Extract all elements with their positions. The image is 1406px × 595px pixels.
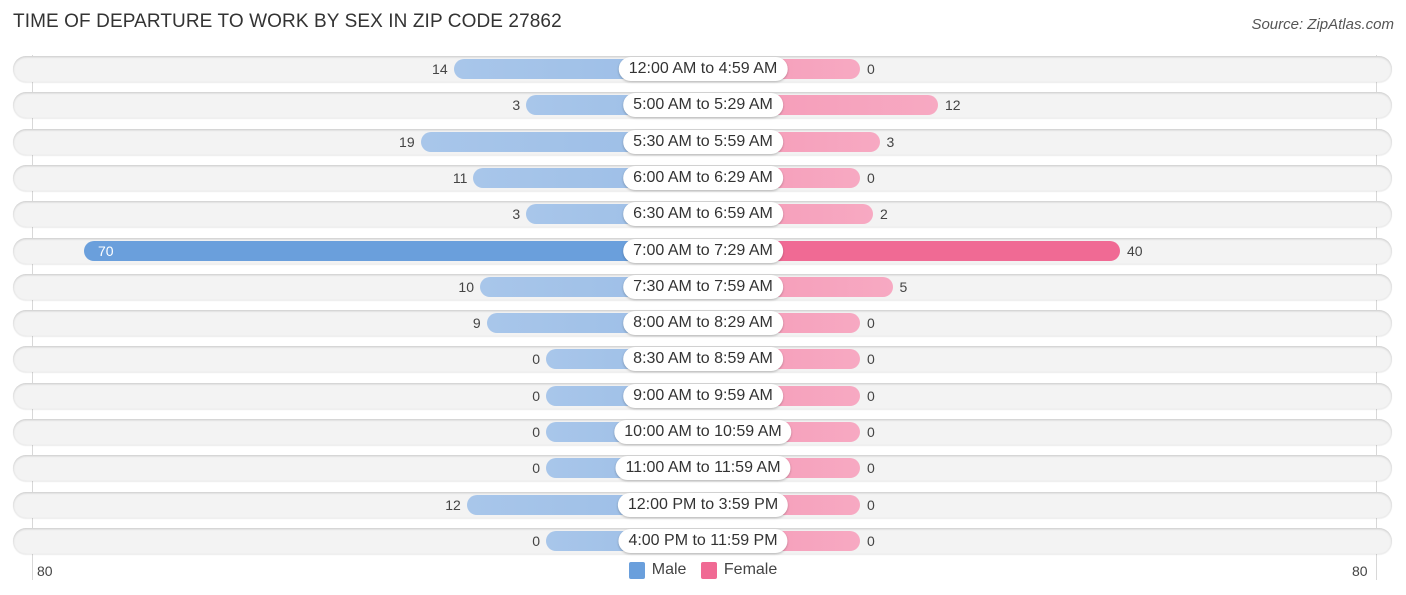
category-label: 7:00 AM to 7:29 AM — [623, 238, 783, 263]
value-label-male: 0 — [532, 460, 540, 477]
legend-label-male: Male — [651, 561, 687, 578]
legend-item-male[interactable]: Male — [628, 561, 687, 579]
chart: TIME OF DEPARTURE TO WORK BY SEX IN ZIP … — [0, 0, 1406, 595]
value-label-female: 5 — [899, 278, 908, 295]
value-label-male: 0 — [532, 532, 540, 549]
category-label: 4:00 PM to 11:59 PM — [618, 528, 788, 553]
value-label-female: 0 — [867, 351, 875, 368]
value-label-female: 0 — [867, 496, 875, 513]
value-label-male: 19 — [399, 133, 415, 150]
value-label-male: 14 — [432, 61, 448, 77]
category-label: 11:00 AM to 11:59 AM — [615, 456, 791, 481]
value-label-male: 0 — [532, 424, 540, 440]
category-label: 9:00 AM to 9:59 AM — [623, 383, 783, 408]
category-label: 8:00 AM to 8:29 AM — [623, 311, 783, 336]
legend-swatch-male — [628, 561, 645, 579]
value-label-male: 0 — [532, 387, 540, 404]
value-label-female: 0 — [867, 460, 875, 477]
value-label-male: 12 — [445, 496, 461, 513]
value-label-female: 3 — [886, 133, 895, 150]
value-label-female: 2 — [880, 206, 888, 223]
value-label-female: 0 — [867, 387, 875, 404]
value-label-male: 70 — [98, 242, 114, 259]
legend: Male Female — [0, 561, 1406, 584]
value-label-male: 3 — [512, 206, 521, 223]
value-label-female: 0 — [867, 315, 875, 332]
category-label: 12:00 PM to 3:59 PM — [617, 492, 789, 517]
category-label: 10:00 AM to 10:59 AM — [614, 420, 792, 444]
value-label-female: 12 — [945, 97, 961, 114]
bar-male[interactable] — [84, 240, 703, 261]
category-label: 6:00 AM to 6:29 AM — [623, 165, 783, 190]
value-label-male: 0 — [532, 351, 540, 368]
category-label: 6:30 AM to 6:59 AM — [623, 202, 783, 227]
value-label-female: 0 — [867, 532, 875, 549]
category-label: 7:30 AM to 7:59 AM — [623, 274, 783, 299]
source-label: Source: ZipAtlas.com — [1251, 16, 1394, 33]
value-label-male: 11 — [452, 169, 468, 186]
category-label: 8:30 AM to 8:59 AM — [623, 347, 783, 372]
category-label: 12:00 AM to 4:59 AM — [618, 57, 788, 81]
category-label: 5:30 AM to 5:59 AM — [623, 129, 783, 154]
legend-swatch-female — [700, 561, 717, 579]
value-label-female: 40 — [1127, 242, 1143, 259]
chart-title: TIME OF DEPARTURE TO WORK BY SEX IN ZIP … — [13, 11, 562, 32]
category-label: 5:00 AM to 5:29 AM — [623, 93, 783, 118]
value-label-female: 0 — [867, 61, 875, 77]
legend-label-female: Female — [723, 561, 778, 578]
value-label-male: 10 — [458, 278, 474, 295]
value-label-male: 9 — [472, 315, 481, 332]
legend-item-female[interactable]: Female — [700, 561, 778, 579]
value-label-female: 0 — [867, 169, 875, 186]
value-label-female: 0 — [867, 424, 875, 440]
value-label-male: 3 — [512, 97, 521, 114]
